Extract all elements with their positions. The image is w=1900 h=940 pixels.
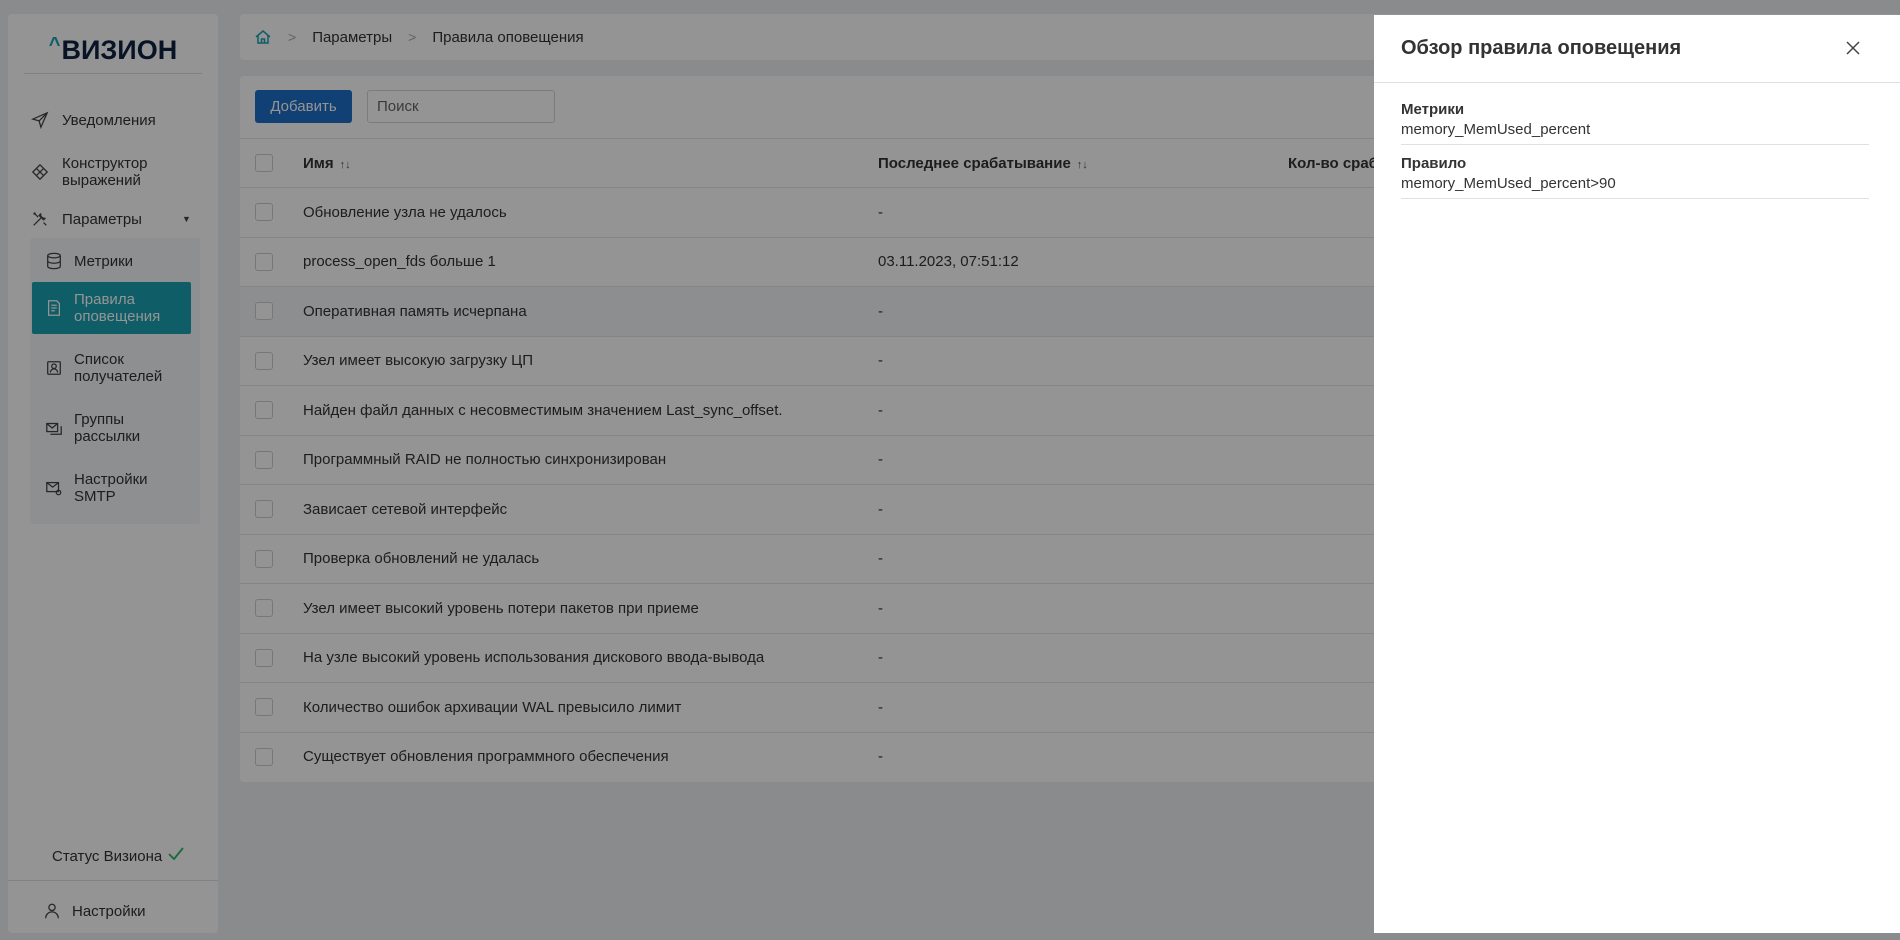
field-label: Правило [1401, 155, 1467, 172]
field-label: Метрики [1401, 101, 1465, 118]
field-metrics: Метрики memory_MemUsed_percent [1401, 101, 1869, 145]
field-value: memory_MemUsed_percent>90 [1401, 175, 1616, 192]
close-icon[interactable] [1842, 37, 1864, 59]
panel-title: Обзор правила оповещения [1401, 37, 1682, 59]
field-rule: Правило memory_MemUsed_percent>90 [1401, 155, 1869, 199]
divider [1374, 82, 1900, 83]
rule-overview-panel: Обзор правила оповещения Метрики memory_… [1374, 15, 1900, 933]
field-value: memory_MemUsed_percent [1401, 121, 1591, 138]
